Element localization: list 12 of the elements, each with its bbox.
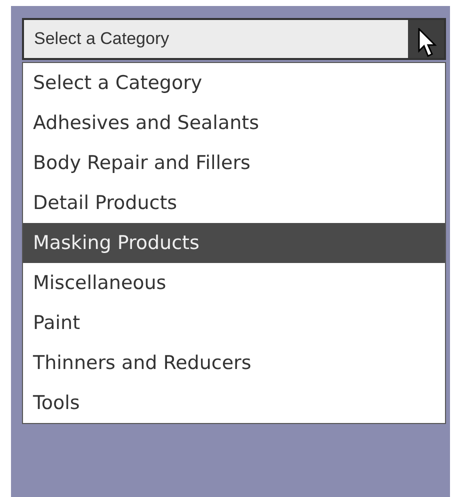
dropdown-option[interactable]: Detail Products: [23, 183, 445, 223]
dropdown-option[interactable]: Body Repair and Fillers: [23, 143, 445, 183]
dropdown-option[interactable]: Masking Products: [23, 223, 445, 263]
dropdown-option[interactable]: Select a Category: [23, 63, 445, 103]
dropdown-option[interactable]: Miscellaneous: [23, 263, 445, 303]
select-value: Select a Category: [33, 28, 170, 50]
dropdown-option[interactable]: Adhesives and Sealants: [23, 103, 445, 143]
dropdown-option[interactable]: Thinners and Reducers: [23, 343, 445, 383]
category-select[interactable]: Select a Category: [22, 18, 446, 60]
dropdown-option[interactable]: Tools: [23, 383, 445, 423]
cursor-icon: [418, 28, 438, 58]
dropdown-option[interactable]: Paint: [23, 303, 445, 343]
